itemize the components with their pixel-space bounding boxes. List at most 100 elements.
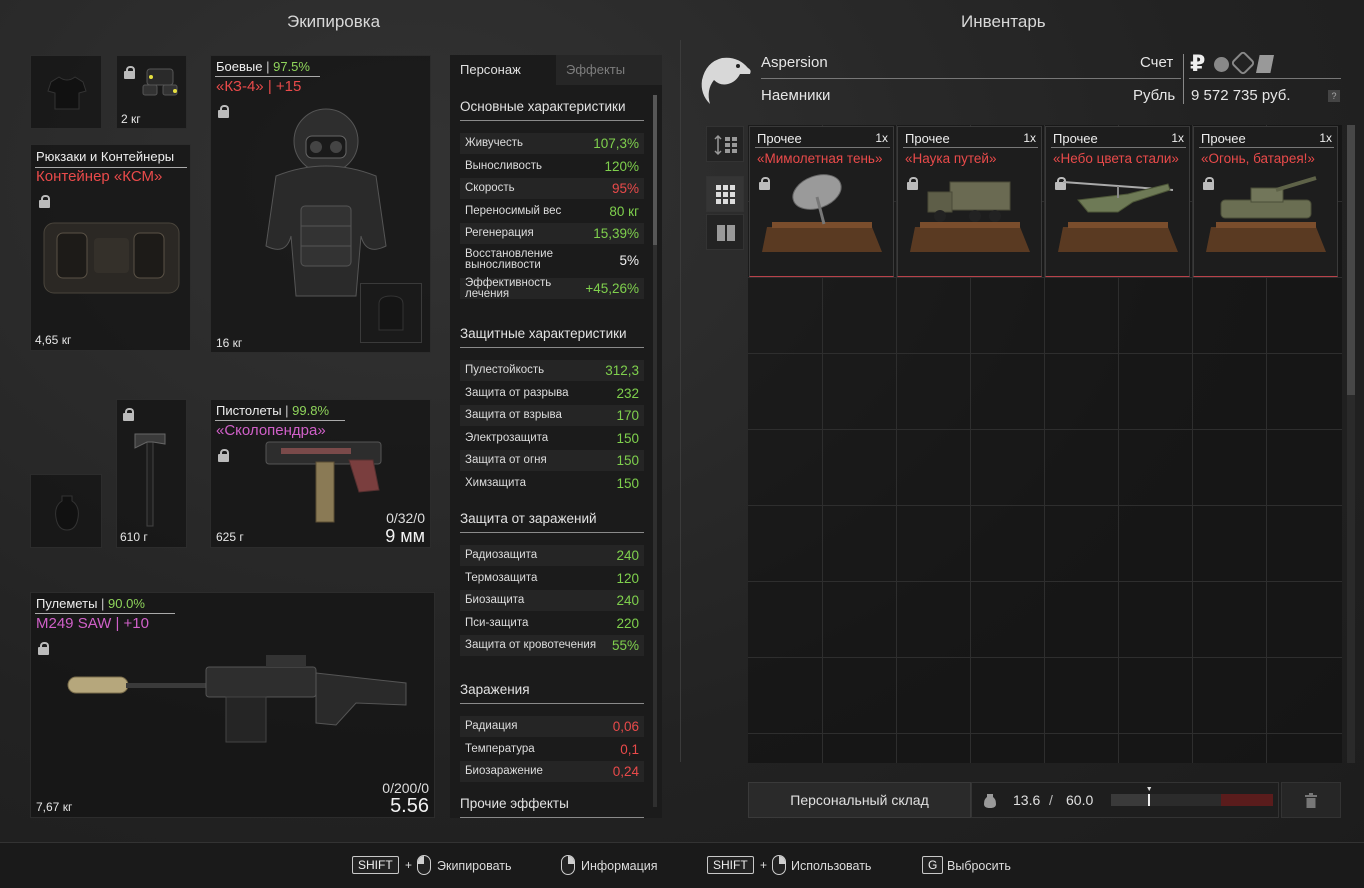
- stat-value: 150: [616, 476, 639, 491]
- item-quantity: 1x: [1319, 131, 1332, 145]
- armor-slot[interactable]: Боевые | 97.5% «КЗ-4» | +15 16 кг: [210, 55, 431, 353]
- truck-model-icon: [910, 181, 1030, 252]
- drop-hint[interactable]: Выбросить: [947, 859, 1011, 873]
- personal-storage-button[interactable]: Персональный склад: [748, 782, 971, 818]
- stat-value: 120: [616, 570, 639, 586]
- panel-divider: [680, 40, 681, 762]
- inventory-scrollbar[interactable]: [1347, 125, 1355, 763]
- machinegun-weight: 7,67 кг: [36, 800, 73, 814]
- chain-icon[interactable]: [1230, 50, 1256, 76]
- grenade-slot[interactable]: [30, 474, 102, 548]
- stat-value: 312,3: [605, 363, 639, 378]
- machinegun-category: Пулеметы | 90.0%: [36, 596, 145, 611]
- stat-value: 232: [616, 385, 639, 401]
- stat-row: Защита от взрыва 170: [460, 405, 644, 427]
- stat-value: 55%: [611, 638, 639, 654]
- stat-row: Выносливость 120%: [460, 156, 644, 177]
- stat-label: Радиозащита: [465, 549, 538, 561]
- divider: [460, 703, 644, 704]
- stat-value: 150: [616, 430, 639, 446]
- divider: [460, 120, 644, 121]
- help-icon[interactable]: ?: [1328, 90, 1340, 102]
- device-weight: 2 кг: [121, 112, 141, 126]
- device-slot[interactable]: 2 кг: [116, 55, 187, 129]
- stat-row: Пулестойкость 312,3: [460, 360, 644, 381]
- stat-label: Химзащита: [465, 477, 526, 489]
- sort-button[interactable]: [706, 126, 744, 162]
- stat-label: Защита от кровотечения: [465, 639, 597, 652]
- lock-icon: [38, 642, 49, 655]
- armor-name: «КЗ-4» | +15: [216, 78, 302, 95]
- item-name: «Наука путей»: [905, 151, 997, 166]
- stat-label: Защита от огня: [465, 454, 547, 467]
- stats-scrollbar[interactable]: [653, 95, 657, 807]
- stat-row: Температура 0,1: [460, 739, 644, 760]
- machinegun-slot[interactable]: Пулеметы | 90.0% M249 SAW | +10 0/200/0 …: [30, 592, 435, 818]
- stat-label: Эффективность лечения: [465, 276, 552, 300]
- stat-label: Пси-защита: [465, 616, 529, 629]
- balance: 9 572 735 руб.: [1191, 87, 1291, 104]
- currency-label: Рубль: [1133, 87, 1176, 104]
- inventory-item[interactable]: Прочее 1x «Наука путей»: [897, 126, 1042, 277]
- machinegun-category-label: Пулеметы: [36, 596, 98, 611]
- melee-slot[interactable]: 610 г: [116, 399, 187, 548]
- equip-hint[interactable]: Экипировать: [437, 859, 512, 873]
- trash-button[interactable]: [1281, 782, 1341, 818]
- item-category: Прочее: [905, 131, 950, 146]
- lock-icon: [124, 66, 135, 79]
- grid-line: [748, 581, 1342, 582]
- armor-module-slot[interactable]: [360, 283, 422, 343]
- item-quantity: 1x: [1023, 131, 1036, 145]
- divider: [1051, 147, 1186, 148]
- use-hint[interactable]: Использовать: [791, 859, 871, 873]
- scrollbar-thumb[interactable]: [653, 95, 657, 245]
- stat-value: 107,3%: [593, 136, 639, 151]
- stat-row: Электрозащита 150: [460, 428, 644, 449]
- stat-row: Пси-защита 220: [460, 613, 644, 634]
- grid-line: [748, 277, 1342, 278]
- info-hint[interactable]: Информация: [581, 859, 658, 873]
- stat-value: 5%: [619, 252, 639, 268]
- backpack-slot[interactable]: Рюкзаки и Контейнеры Контейнер «КСМ» 4,6…: [30, 144, 191, 351]
- divider: [1189, 78, 1341, 79]
- grenade-icon: [55, 495, 79, 531]
- grid-view-button[interactable]: [706, 176, 744, 212]
- pistol-icon: [265, 441, 382, 523]
- divider: [460, 532, 644, 533]
- pistol-slot[interactable]: Пистолеты | 99.8% «Сколопендра» 0/32/0 9…: [210, 399, 431, 548]
- stat-row: Регенерация 15,39%: [460, 223, 644, 245]
- inventory-item[interactable]: Прочее 1x «Небо цвета стали»: [1045, 126, 1190, 277]
- stat-label: Скорость: [465, 182, 515, 195]
- stat-label: Биозащита: [465, 594, 525, 607]
- inventory-item[interactable]: Прочее 1x «Огонь, батарея!»: [1193, 126, 1338, 277]
- helicopter-model-icon: [1058, 181, 1178, 252]
- item-category: Прочее: [1201, 131, 1246, 146]
- divider: [460, 347, 644, 348]
- backpack-name: Контейнер «КСМ»: [36, 168, 163, 185]
- item-category: Прочее: [1053, 131, 1098, 146]
- stat-row: Живучесть 107,3%: [460, 133, 644, 154]
- machinegun-icon: [67, 655, 407, 743]
- split-view-button[interactable]: [706, 214, 744, 250]
- stat-label: Биозаражение: [465, 765, 543, 778]
- melee-weight: 610 г: [120, 530, 148, 544]
- coin-icon[interactable]: [1214, 57, 1229, 72]
- ticket-icon[interactable]: [1256, 55, 1274, 73]
- ruble-icon[interactable]: ₽: [1190, 51, 1205, 77]
- stats-section-title: Основные характеристики: [460, 99, 626, 114]
- stat-label: Защита от разрыва: [465, 386, 569, 399]
- armor-category-label: Боевые: [216, 59, 263, 74]
- tab-effects[interactable]: Эффекты: [556, 55, 662, 85]
- pistol-category-label: Пистолеты: [216, 403, 282, 418]
- stat-row: Эффективность лечения +45,26%: [460, 276, 644, 300]
- pistol-caliber: 9 мм: [385, 526, 425, 546]
- trash-icon: [1305, 793, 1317, 808]
- stat-row: Радиация 0,06: [460, 716, 644, 737]
- tshirt-slot[interactable]: [30, 55, 102, 129]
- inventory-item[interactable]: Прочее 1x «Мимолетная тень»: [749, 126, 894, 277]
- stat-row: Защита от кровотечения 55%: [460, 635, 644, 657]
- scrollbar-thumb[interactable]: [1347, 125, 1355, 395]
- tab-character[interactable]: Персонаж: [450, 55, 556, 85]
- tshirt-icon: [47, 76, 87, 110]
- armor-weight: 16 кг: [216, 336, 243, 350]
